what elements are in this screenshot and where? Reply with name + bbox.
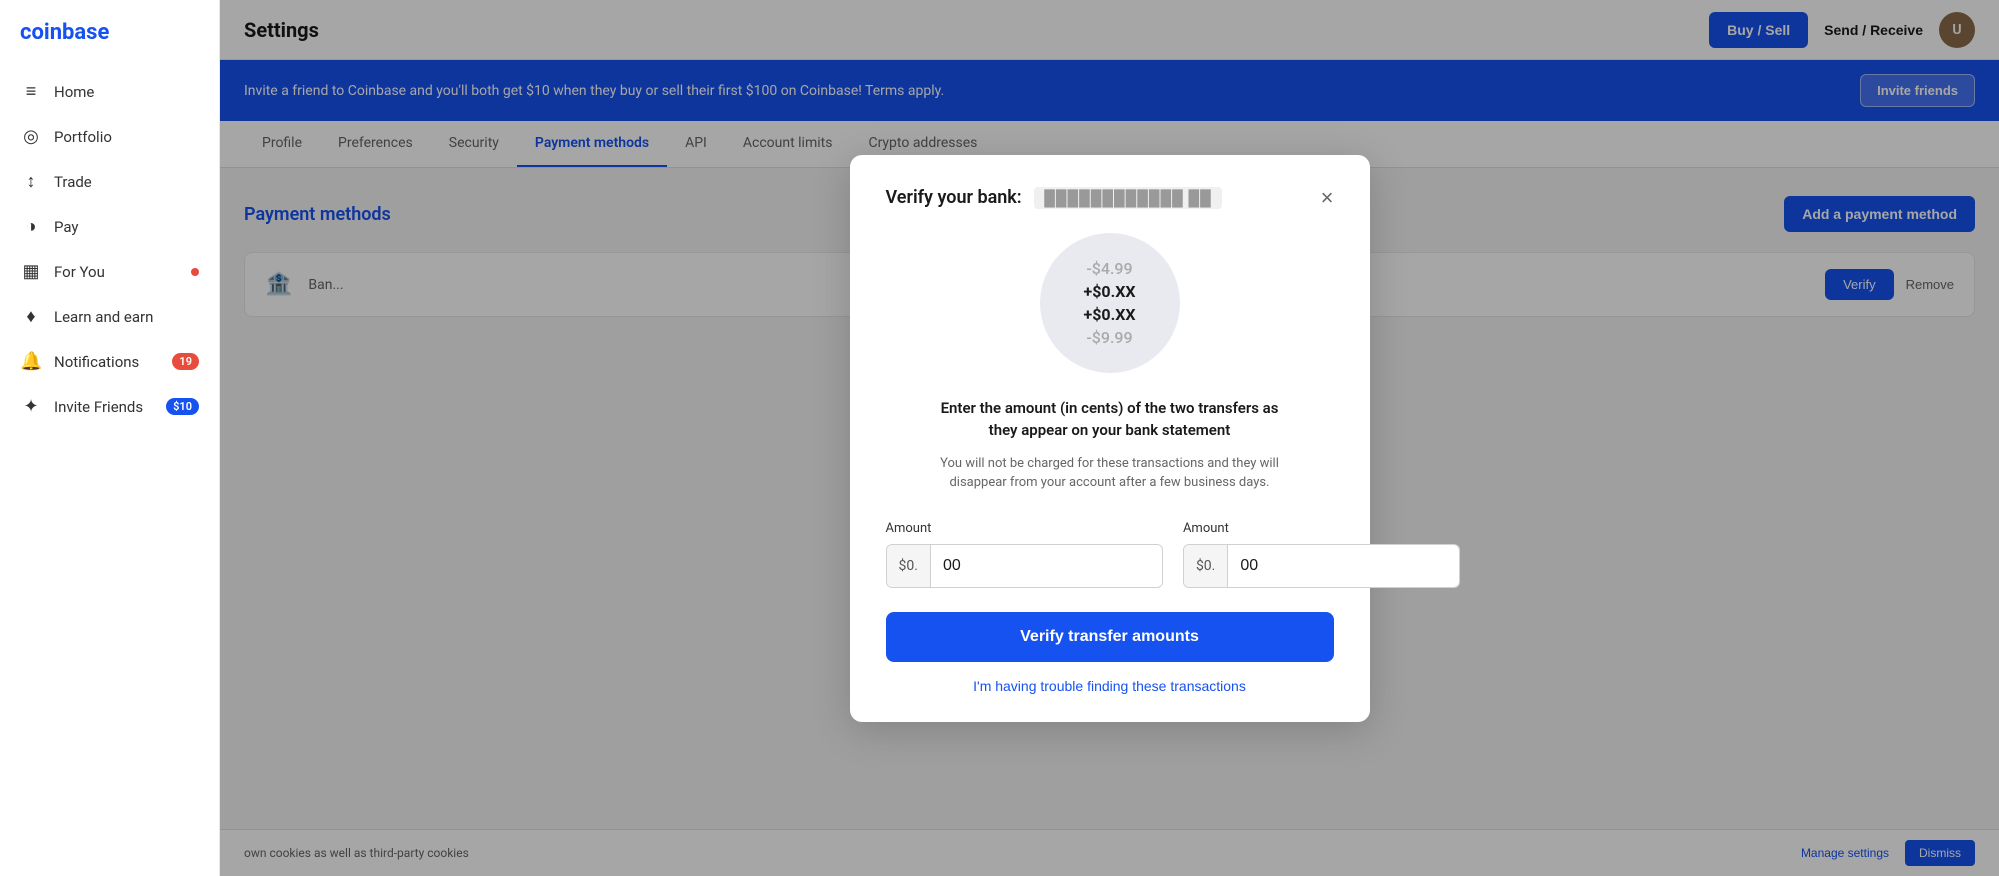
tx-amount-4: -$9.99 — [1086, 328, 1132, 347]
sidebar-item-pay[interactable]: ◑ Pay — [0, 204, 219, 249]
for-you-icon: ▦ — [20, 261, 42, 282]
amount-input-1[interactable] — [931, 545, 1162, 587]
sidebar-item-label: Home — [54, 83, 94, 101]
trade-icon: ↕ — [20, 171, 42, 192]
home-icon: ≡ — [20, 81, 42, 102]
sidebar-item-label: Notifications — [54, 353, 139, 371]
amount-input-wrapper-2: $0. — [1183, 544, 1460, 588]
portfolio-icon: ◎ — [20, 126, 42, 147]
modal-title-prefix: Verify your bank: — [886, 187, 1022, 208]
modal-description: Enter the amount (in cents) of the two t… — [886, 397, 1334, 442]
amount-group-1: Amount $0. — [886, 521, 1163, 588]
notification-dot — [191, 268, 199, 276]
transaction-circle: -$4.99 +$0.XX +$0.XX -$9.99 — [1040, 233, 1180, 373]
modal-bank-name-masked: ████████████ ██ — [1034, 187, 1222, 209]
sidebar-item-trade[interactable]: ↕ Trade — [0, 159, 219, 204]
modal-subdescription: You will not be charged for these transa… — [886, 454, 1334, 493]
invite-badge: $10 — [166, 398, 199, 415]
learn-icon: ♦ — [20, 306, 42, 327]
amount-input-wrapper-1: $0. — [886, 544, 1163, 588]
sidebar-item-learn-earn[interactable]: ♦ Learn and earn — [0, 294, 219, 339]
verify-transfer-button[interactable]: Verify transfer amounts — [886, 612, 1334, 662]
tx-amount-2: +$0.XX — [1083, 282, 1135, 301]
sidebar-item-label: For You — [54, 263, 105, 281]
sidebar-item-label: Pay — [54, 218, 79, 236]
sidebar-item-label: Learn and earn — [54, 308, 153, 326]
amount-group-2: Amount $0. — [1183, 521, 1460, 588]
modal-header: Verify your bank: ████████████ ██ × — [886, 187, 1334, 209]
invite-icon: ✦ — [20, 396, 42, 417]
amount-label-2: Amount — [1183, 521, 1460, 536]
sidebar: coinbase ≡ Home ◎ Portfolio ↕ Trade ◑ Pa… — [0, 0, 220, 876]
tx-amount-3: +$0.XX — [1083, 305, 1135, 324]
sidebar-item-label: Invite Friends — [54, 398, 143, 416]
tx-amount-1: -$4.99 — [1086, 259, 1132, 278]
modal-close-button[interactable]: × — [1321, 187, 1334, 209]
amount-prefix-1: $0. — [887, 545, 931, 587]
sidebar-item-portfolio[interactable]: ◎ Portfolio — [0, 114, 219, 159]
amount-label-1: Amount — [886, 521, 1163, 536]
verify-bank-modal: Verify your bank: ████████████ ██ × -$4.… — [850, 155, 1370, 722]
modal-title: Verify your bank: ████████████ ██ — [886, 187, 1321, 208]
sidebar-item-label: Portfolio — [54, 128, 112, 146]
main-content: Settings Buy / Sell Send / Receive U Inv… — [220, 0, 1999, 876]
sidebar-item-for-you[interactable]: ▦ For You — [0, 249, 219, 294]
sidebar-item-invite-friends[interactable]: ✦ Invite Friends $10 — [0, 384, 219, 429]
amount-prefix-2: $0. — [1184, 545, 1228, 587]
bell-icon: 🔔 — [20, 351, 42, 372]
modal-overlay[interactable]: Verify your bank: ████████████ ██ × -$4.… — [220, 0, 1999, 876]
amount-inputs-row: Amount $0. Amount $0. — [886, 521, 1334, 588]
amount-input-2[interactable] — [1228, 545, 1459, 587]
notifications-badge: 19 — [172, 353, 199, 370]
pay-icon: ◑ — [20, 216, 42, 237]
sidebar-item-notifications[interactable]: 🔔 Notifications 19 — [0, 339, 219, 384]
sidebar-logo: coinbase — [0, 20, 219, 69]
trouble-link[interactable]: I'm having trouble finding these transac… — [886, 678, 1334, 694]
sidebar-item-home[interactable]: ≡ Home — [0, 69, 219, 114]
sidebar-item-label: Trade — [54, 173, 92, 191]
